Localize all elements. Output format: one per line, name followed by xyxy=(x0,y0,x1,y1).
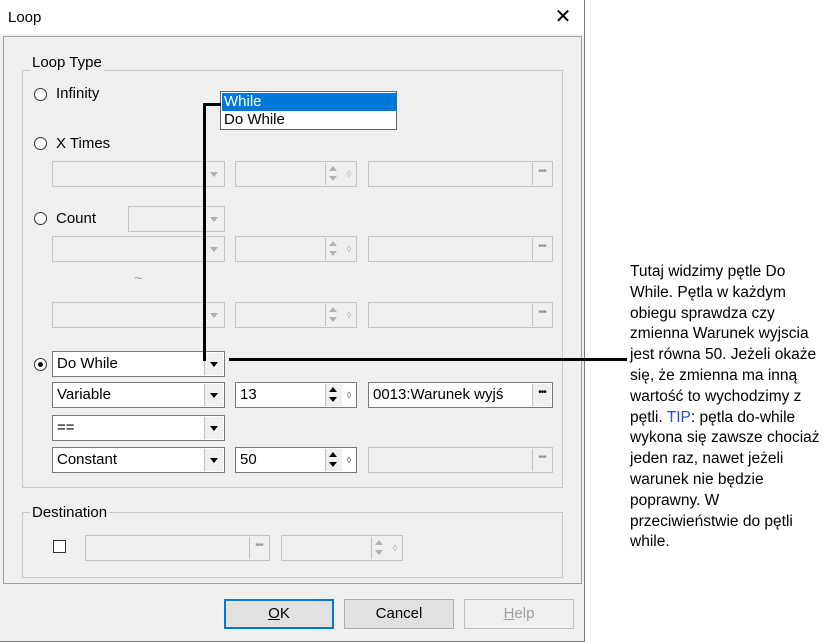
destination-checkbox[interactable] xyxy=(53,540,66,553)
close-icon[interactable]: ✕ xyxy=(548,4,578,30)
operand-type-value: Variable xyxy=(57,386,111,403)
ok-button[interactable]: OK xyxy=(224,599,334,629)
compare-type-value: Constant xyxy=(57,451,118,468)
x-times-radio[interactable] xyxy=(34,137,47,150)
count-range-separator: ~ xyxy=(134,270,143,287)
annotation-tip-label: TIP xyxy=(666,408,691,426)
cancel-button[interactable]: Cancel xyxy=(344,599,454,629)
operand-type-select[interactable]: Variable xyxy=(52,382,225,408)
count-start-spinner[interactable]: ◊ xyxy=(235,236,357,262)
callout-line-vertical xyxy=(203,103,206,361)
destination-label: Destination xyxy=(30,504,110,521)
destination-picker[interactable]: ••• xyxy=(85,535,270,561)
dropdown-option-do-while[interactable]: Do While xyxy=(222,111,397,129)
infinity-label: Infinity xyxy=(56,85,100,102)
count-end-spinner[interactable]: ◊ xyxy=(235,302,357,328)
dropdown-option-while[interactable]: While xyxy=(222,93,397,111)
operand-number-value: 13 xyxy=(240,386,257,403)
operand-variable-value: 0013:Warunek wyjś xyxy=(373,386,504,403)
x-times-label: X Times xyxy=(56,135,111,152)
count-mode-select[interactable] xyxy=(128,206,225,232)
annotation-text: Tutaj widzimy pętle Do While. Pętla w ka… xyxy=(630,262,825,553)
count-end-variable-picker[interactable]: ••• xyxy=(368,302,553,328)
title-bar: Loop ✕ xyxy=(0,0,584,34)
do-while-radio[interactable] xyxy=(34,358,47,371)
count-radio[interactable] xyxy=(34,212,47,225)
infinity-radio[interactable] xyxy=(34,88,47,101)
callout-line-horizontal xyxy=(229,358,627,361)
help-button[interactable]: Help xyxy=(464,599,574,629)
loop-kind-select[interactable]: Do While xyxy=(52,351,225,377)
operand-variable-picker[interactable]: 0013:Warunek wyjś ••• xyxy=(368,382,553,408)
operator-value: == xyxy=(57,419,75,436)
operand-number-spinner[interactable]: 13 ◊ xyxy=(235,382,357,408)
loop-type-label: Loop Type xyxy=(30,54,104,71)
count-start-variable-picker[interactable]: ••• xyxy=(368,236,553,262)
annotation-main: Tutaj widzimy pętle Do While. Pętla w ka… xyxy=(630,263,817,426)
x-times-variable-picker[interactable]: ••• xyxy=(368,161,553,187)
x-times-source-select[interactable] xyxy=(52,161,225,187)
count-end-source-select[interactable] xyxy=(52,302,225,328)
loop-kind-value: Do While xyxy=(57,355,118,372)
operator-select[interactable]: == xyxy=(52,415,225,441)
annotation-tip-text: : pętla do-while wykona się zawsze choci… xyxy=(630,408,820,551)
x-times-value-spinner[interactable]: ◊ xyxy=(235,161,357,187)
dialog-title: Loop xyxy=(8,9,42,26)
compare-value-spinner[interactable]: 50 ◊ xyxy=(235,447,357,473)
compare-value-text: 50 xyxy=(240,451,257,468)
destination-spinner[interactable]: ◊ xyxy=(281,535,403,561)
count-label: Count xyxy=(56,210,97,227)
compare-variable-picker[interactable]: ••• xyxy=(368,447,553,473)
loop-kind-dropdown-list: While Do While xyxy=(220,91,397,130)
count-start-source-select[interactable] xyxy=(52,236,225,262)
compare-type-select[interactable]: Constant xyxy=(52,447,225,473)
